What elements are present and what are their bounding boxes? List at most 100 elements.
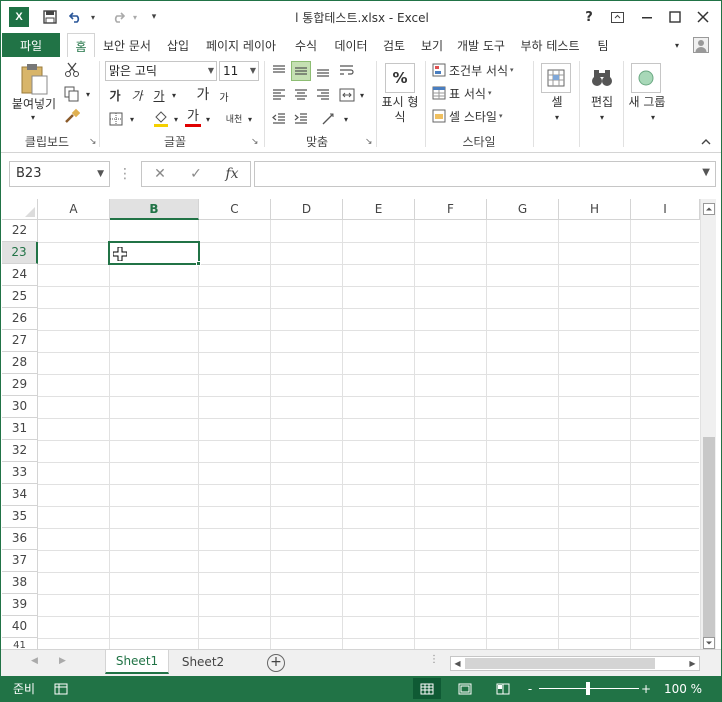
- row-header[interactable]: 38: [2, 572, 38, 594]
- format-as-table-icon[interactable]: [431, 84, 447, 102]
- fill-color-icon[interactable]: [151, 107, 171, 129]
- font-color-button[interactable]: 가: [183, 107, 203, 129]
- bold-button[interactable]: 가: [105, 85, 125, 105]
- vertical-scroll-thumb[interactable]: [703, 437, 715, 637]
- grow-font-button[interactable]: 가: [193, 83, 213, 105]
- zoom-out-button[interactable]: -: [523, 676, 537, 701]
- tab-developer[interactable]: 개발 도구: [453, 33, 509, 57]
- normal-view-icon[interactable]: [413, 678, 441, 699]
- find-binoculars-icon[interactable]: [587, 63, 617, 93]
- tab-formulas[interactable]: 수식: [289, 33, 323, 57]
- cell-styles-button[interactable]: 셀 스타일 ▾: [449, 107, 517, 125]
- align-top-icon[interactable]: [269, 61, 289, 81]
- help-icon[interactable]: ?: [577, 6, 601, 28]
- row-header[interactable]: 31: [2, 418, 38, 440]
- new-group-dropdown-icon[interactable]: ▾: [647, 113, 659, 122]
- column-header-f[interactable]: F: [415, 199, 487, 220]
- tab-home[interactable]: 홈: [67, 33, 95, 58]
- wrap-text-icon[interactable]: [337, 61, 357, 81]
- phonetic-button[interactable]: 내천: [223, 109, 245, 127]
- borders-icon[interactable]: [105, 109, 127, 129]
- shrink-font-button[interactable]: 가: [215, 87, 233, 105]
- row-header[interactable]: 24: [2, 264, 38, 286]
- tab-data[interactable]: 데이터: [329, 33, 373, 57]
- new-group-button[interactable]: 새 그룹: [627, 95, 667, 110]
- cancel-icon[interactable]: ✕: [145, 161, 175, 187]
- row-header[interactable]: 33: [2, 462, 38, 484]
- format-painter-icon[interactable]: [63, 107, 81, 125]
- name-box[interactable]: B23 ▼: [9, 161, 110, 187]
- new-group-icon[interactable]: [631, 63, 661, 93]
- scroll-right-icon[interactable]: ▶: [686, 657, 699, 670]
- tab-team[interactable]: 팀: [591, 33, 615, 57]
- tab-insert[interactable]: 삽입: [161, 33, 195, 57]
- align-center-icon[interactable]: [291, 85, 311, 105]
- font-launcher-icon[interactable]: ↘: [251, 137, 259, 147]
- align-right-icon[interactable]: [313, 85, 333, 105]
- horizontal-scrollbar[interactable]: ◀ ▶: [450, 656, 700, 671]
- select-all-button[interactable]: [2, 199, 38, 220]
- maximize-icon[interactable]: [663, 6, 687, 28]
- scroll-left-icon[interactable]: ◀: [451, 657, 464, 670]
- zoom-level[interactable]: 100 %: [661, 676, 705, 701]
- clipboard-launcher-icon[interactable]: ↘: [89, 137, 97, 147]
- row-header[interactable]: 22: [2, 220, 38, 242]
- row-header-selected[interactable]: 23: [2, 242, 38, 264]
- row-header[interactable]: 41: [2, 638, 38, 649]
- page-layout-view-icon[interactable]: [451, 678, 479, 699]
- align-bottom-icon[interactable]: [313, 61, 333, 81]
- column-header-h[interactable]: H: [559, 199, 631, 220]
- zoom-slider-thumb[interactable]: [586, 682, 590, 695]
- row-header[interactable]: 30: [2, 396, 38, 418]
- cells-button[interactable]: 셀: [541, 95, 573, 110]
- tab-file[interactable]: 파일: [2, 33, 60, 57]
- row-header[interactable]: 37: [2, 550, 38, 572]
- increase-indent-icon[interactable]: [291, 109, 311, 129]
- column-header-a[interactable]: A: [38, 199, 110, 220]
- row-header[interactable]: 28: [2, 352, 38, 374]
- zoom-in-button[interactable]: +: [639, 676, 653, 701]
- conditional-format-icon[interactable]: [431, 61, 447, 79]
- underline-button[interactable]: 가: [149, 85, 169, 105]
- worksheet-grid[interactable]: A B C D E F G H I 22 23 24 25 26 27 28 2…: [1, 199, 721, 649]
- italic-button[interactable]: 가: [127, 85, 147, 105]
- editing-button[interactable]: 편집: [584, 95, 620, 110]
- row-header[interactable]: 39: [2, 594, 38, 616]
- borders-dropdown-icon[interactable]: ▾: [127, 109, 137, 129]
- column-header-e[interactable]: E: [343, 199, 415, 220]
- row-header[interactable]: 32: [2, 440, 38, 462]
- tab-load-test[interactable]: 부하 테스트: [515, 33, 585, 57]
- tab-split-grip-icon[interactable]: ⋮: [429, 654, 439, 665]
- ribbon-display-options-icon[interactable]: [605, 6, 629, 28]
- column-header-i[interactable]: I: [631, 199, 700, 220]
- cell-styles-icon[interactable]: [431, 107, 447, 125]
- fill-color-dropdown-icon[interactable]: ▾: [171, 109, 181, 129]
- formula-input[interactable]: ▼: [254, 161, 716, 187]
- font-name-combo[interactable]: 맑은 고딕 ▼: [105, 61, 217, 81]
- row-header[interactable]: 26: [2, 308, 38, 330]
- horizontal-scroll-thumb[interactable]: [465, 658, 655, 669]
- column-header-c[interactable]: C: [199, 199, 271, 220]
- percent-style-icon[interactable]: %: [385, 63, 415, 93]
- paste-icon[interactable]: [17, 61, 51, 97]
- tab-review[interactable]: 검토: [377, 33, 411, 57]
- merge-dropdown-icon[interactable]: ▾: [357, 85, 367, 105]
- insert-function-icon[interactable]: fx: [217, 161, 247, 187]
- font-color-dropdown-icon[interactable]: ▾: [203, 109, 213, 129]
- alignment-launcher-icon[interactable]: ↘: [365, 137, 373, 147]
- paste-dropdown-icon[interactable]: ▾: [27, 113, 39, 122]
- tab-page-layout[interactable]: 페이지 레이아: [199, 33, 283, 57]
- orientation-dropdown-icon[interactable]: ▾: [341, 109, 351, 129]
- align-left-icon[interactable]: [269, 85, 289, 105]
- row-header[interactable]: 29: [2, 374, 38, 396]
- row-header[interactable]: 25: [2, 286, 38, 308]
- column-header-g[interactable]: G: [487, 199, 559, 220]
- page-break-view-icon[interactable]: [489, 678, 517, 699]
- add-sheet-icon[interactable]: +: [267, 654, 285, 672]
- cut-icon[interactable]: [63, 61, 81, 79]
- collapse-ribbon-icon[interactable]: [699, 135, 713, 147]
- merge-center-icon[interactable]: [337, 85, 357, 105]
- copy-icon[interactable]: [63, 85, 81, 103]
- column-header-d[interactable]: D: [271, 199, 343, 220]
- format-as-table-button[interactable]: 표 서식 ▾: [449, 84, 509, 102]
